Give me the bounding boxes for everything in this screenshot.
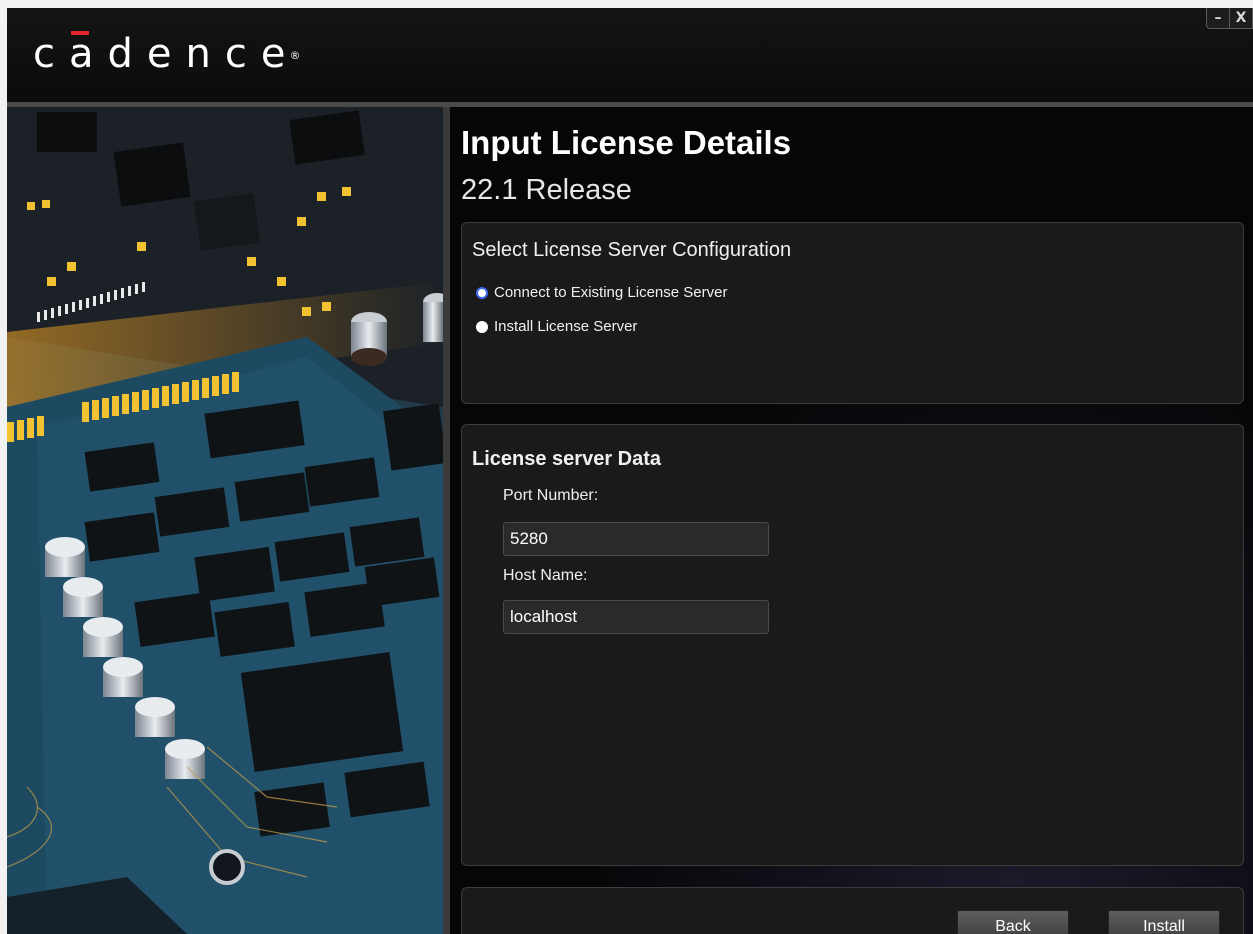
page-title: Input License Details: [461, 124, 792, 161]
option-label: Connect to Existing License Server: [494, 284, 728, 301]
logo-text: c adence: [33, 31, 300, 77]
option-label: Install License Server: [494, 318, 638, 335]
footer-bar: Back Install: [461, 887, 1244, 934]
host-name-input[interactable]: [503, 600, 769, 634]
minimize-button[interactable]: –: [1207, 8, 1229, 28]
port-number-input[interactable]: [503, 522, 769, 556]
main-content: Input License Details 22.1 Release Selec…: [450, 107, 1253, 934]
close-button[interactable]: X: [1229, 8, 1252, 28]
license-data-panel: License server Data Port Number: Host Na…: [461, 424, 1244, 866]
option-connect-existing[interactable]: Connect to Existing License Server: [476, 284, 727, 301]
cadence-logo: c adence®: [33, 30, 310, 78]
install-button[interactable]: Install: [1108, 910, 1220, 934]
window-controls: – X: [1206, 8, 1253, 29]
circuit-board-image: [7, 107, 443, 934]
back-button[interactable]: Back: [957, 910, 1069, 934]
host-name-label: Host Name:: [503, 567, 588, 584]
release-subtitle: 22.1 Release: [461, 174, 632, 206]
art-divider: [443, 107, 450, 934]
config-heading: Select License Server Configuration: [472, 239, 792, 261]
port-number-label: Port Number:: [503, 487, 599, 504]
circuit-board-illustration: [7, 107, 443, 934]
radio-unselected-icon[interactable]: [476, 320, 488, 333]
license-data-heading: License server Data: [472, 448, 662, 470]
license-config-panel: Select License Server Configuration Conn…: [461, 222, 1244, 404]
header-bar: c adence® – X: [7, 8, 1253, 107]
registered-mark: ®: [289, 49, 301, 62]
radio-selected-icon[interactable]: [476, 286, 488, 299]
installer-window: c adence® – X Input License Details 22.1…: [7, 8, 1253, 934]
option-install-server[interactable]: Install License Server: [476, 318, 637, 335]
